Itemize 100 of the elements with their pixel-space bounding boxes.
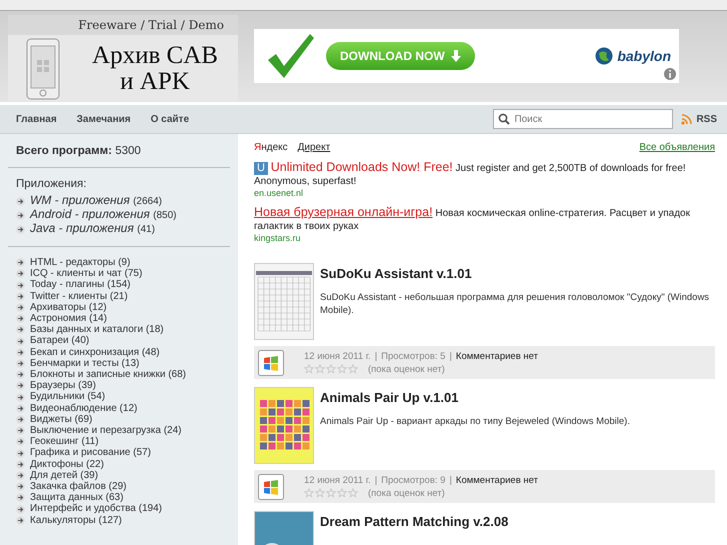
- arrow-bullet-icon: [16, 370, 25, 380]
- nav-link[interactable]: Главная: [16, 114, 57, 124]
- separator: |: [374, 474, 378, 486]
- ad-title-link[interactable]: Новая брузерная онлайн-игра!: [254, 205, 433, 219]
- category-link[interactable]: Для детей (39): [30, 470, 98, 482]
- arrow-bullet-icon: [16, 448, 25, 458]
- empty-star-icon[interactable]: [304, 488, 314, 498]
- platform-link[interactable]: Java - приложения (41): [30, 222, 155, 236]
- category-link[interactable]: ICQ - клиенты и чат (75): [30, 268, 142, 280]
- category-link[interactable]: Астрономия (14): [30, 313, 107, 324]
- empty-star-icon[interactable]: [326, 364, 336, 374]
- platform-link[interactable]: WM - приложения (2664): [30, 194, 162, 208]
- rating-note: (пока оценок нет): [368, 362, 445, 376]
- category-link[interactable]: Защита данных (63): [30, 492, 124, 504]
- category-link[interactable]: Бекап и синхронизация (48): [30, 346, 160, 358]
- separator: |: [449, 474, 452, 486]
- empty-star-icon[interactable]: [337, 488, 347, 498]
- ad-favicon: U: [254, 162, 268, 175]
- star-rating[interactable]: [304, 364, 358, 374]
- arrow-bullet-icon: [16, 470, 25, 480]
- category-link[interactable]: Базы данных и каталоги (18): [30, 324, 164, 336]
- ad-title-link[interactable]: Unlimited Downloads Now! Free!: [270, 160, 453, 174]
- arrow-bullet-icon: [16, 336, 25, 346]
- arrow-bullet-icon: [16, 325, 25, 334]
- empty-star-icon[interactable]: [315, 488, 325, 498]
- ad-text: Новая брузерная онлайн-игра! Новая космическая online-стратегия. Расцвет и упадок галактик в твоих руках: [254, 206, 691, 233]
- ad-brand: babylon: [617, 48, 671, 64]
- ad-domain[interactable]: kingstars.ru: [254, 233, 715, 243]
- empty-star-icon[interactable]: [348, 364, 358, 374]
- category-link[interactable]: Графика и рисование (57): [30, 447, 151, 459]
- category-link[interactable]: Блокноты и записные книжки (68): [30, 369, 186, 380]
- rating-note: (пока оценок нет): [368, 486, 445, 500]
- arrow-bullet-icon: [16, 381, 25, 390]
- category-link[interactable]: Видеонаблюдение (12): [30, 402, 138, 414]
- arrow-bullet-icon: [16, 482, 25, 492]
- section-heading: Приложения:: [16, 178, 88, 190]
- down-arrow-icon: [450, 50, 461, 62]
- nav-link[interactable]: Замечания: [76, 114, 131, 124]
- arrow-bullet-icon: [16, 414, 25, 424]
- post-date: 12 июня 2011 г.: [304, 474, 371, 486]
- category-link[interactable]: Батареи (40): [30, 335, 90, 347]
- empty-star-icon[interactable]: [337, 364, 347, 374]
- ad-text: U Unlimited Downloads Now! Free! Just register and get 2,500TB of downloads for free! Anonymous, superfast!: [254, 161, 687, 188]
- arrow-bullet-icon: [16, 224, 25, 234]
- ad-banner[interactable]: DOWNLOAD NOW babylon: [254, 29, 679, 83]
- category-link[interactable]: Today - плагины (154): [30, 279, 130, 291]
- arrow-bullet-icon: [16, 302, 25, 312]
- ad-domain[interactable]: en.usenet.nl: [254, 188, 715, 198]
- windows-logo-icon: [258, 350, 284, 376]
- category-link[interactable]: Будильники (54): [30, 391, 106, 403]
- view-count: Просмотров: 9: [381, 474, 446, 486]
- empty-star-icon[interactable]: [315, 364, 325, 374]
- arrow-bullet-icon: [16, 404, 25, 413]
- empty-star-icon[interactable]: [304, 364, 314, 374]
- post-title-link[interactable]: Dream Pattern Matching v.2.08: [320, 514, 508, 529]
- category-link[interactable]: Геокешинг (11): [30, 436, 99, 448]
- star-rating[interactable]: [304, 488, 358, 498]
- category-link[interactable]: HTML - редакторы (9): [30, 257, 130, 268]
- separator: |: [449, 350, 452, 362]
- search-icon: [498, 113, 510, 125]
- arrow-bullet-icon: [16, 348, 25, 357]
- platform-link[interactable]: Android - приложения (850): [30, 208, 176, 222]
- category-link[interactable]: Браузеры (39): [30, 380, 96, 392]
- comments-link[interactable]: Комментариев нет: [456, 474, 538, 486]
- arrow-bullet-icon: [16, 426, 25, 436]
- arrow-bullet-icon: [16, 314, 25, 324]
- site-title: Архив CAB и APK: [91, 43, 219, 95]
- category-link[interactable]: Выключение и перезагрузка (24): [30, 425, 182, 436]
- arrow-bullet-icon: [16, 269, 25, 278]
- post-title-link[interactable]: Animals Pair Up v.1.01: [320, 390, 630, 405]
- category-link[interactable]: Диктофоны (22): [30, 458, 104, 470]
- post-date: 12 июня 2011 г.: [304, 350, 371, 362]
- empty-star-icon[interactable]: [348, 488, 358, 498]
- arrow-bullet-icon: [16, 280, 25, 290]
- post-description: Animals Pair Up - вариант аркады по типу Bejeweled (Windows Mobile).: [320, 415, 630, 428]
- tagline: Freeware / Trial / Demo: [8, 15, 238, 35]
- category-link[interactable]: Интерфейс и удобства (194): [30, 503, 162, 515]
- arrow-bullet-icon: [16, 292, 25, 301]
- total-programs: Всего программ: 5300: [15, 144, 142, 157]
- rss-icon[interactable]: [681, 114, 692, 124]
- rss-link[interactable]: RSS: [696, 114, 717, 124]
- category-link[interactable]: Архиваторы (12): [30, 302, 107, 314]
- info-icon[interactable]: [663, 67, 677, 81]
- direct-link[interactable]: Директ: [298, 142, 330, 153]
- nav-link[interactable]: О сайте: [150, 114, 190, 124]
- empty-star-icon[interactable]: [326, 488, 336, 498]
- category-link[interactable]: Калькуляторы (127): [30, 514, 122, 526]
- arrow-bullet-icon: [16, 493, 25, 502]
- category-link[interactable]: Виджеты (69): [30, 414, 92, 426]
- all-ads-link[interactable]: Все объявления: [639, 142, 715, 153]
- search-field[interactable]: Поиск: [493, 109, 674, 129]
- screenshot-thumbnail[interactable]: [254, 387, 314, 464]
- post-title-link[interactable]: SuDoKu Assistant v.1.01: [320, 266, 715, 281]
- category-link[interactable]: Закачка файлов (29): [30, 481, 126, 492]
- windows-logo-icon: [258, 474, 284, 500]
- comments-link[interactable]: Комментариев нет: [456, 350, 538, 362]
- category-link[interactable]: Twitter - клиенты (21): [30, 290, 128, 302]
- category-link[interactable]: Бенчмарки и тесты (13): [30, 358, 140, 370]
- screenshot-thumbnail[interactable]: [254, 263, 314, 340]
- ad-network-logo[interactable]: Яндекс: [254, 142, 288, 153]
